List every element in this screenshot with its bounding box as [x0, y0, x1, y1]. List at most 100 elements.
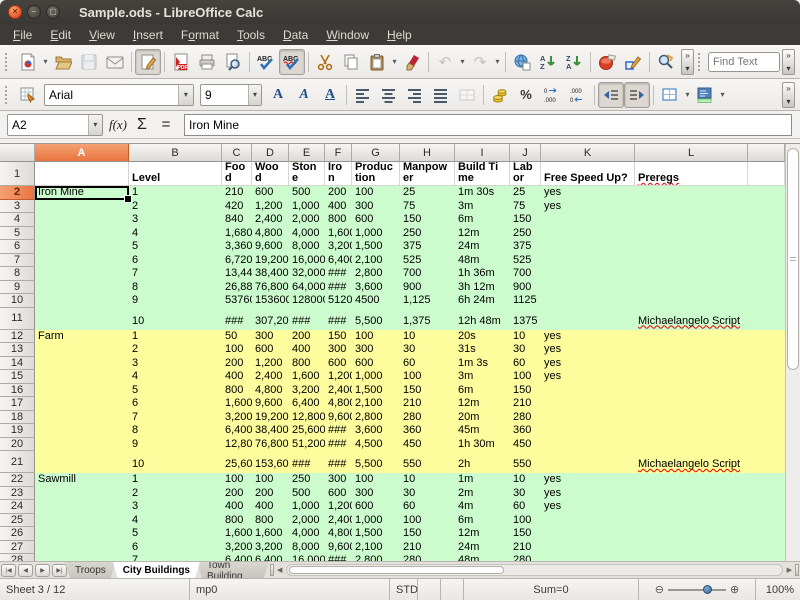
cell-B13[interactable]: 2 — [129, 343, 222, 357]
zoom-level[interactable]: 100% — [756, 579, 800, 600]
cell-E25[interactable]: 2,000 — [289, 514, 325, 528]
status-sum[interactable]: Sum=0 — [464, 579, 639, 600]
row-header-25[interactable]: 25 — [0, 514, 35, 528]
cell-B24[interactable]: 3 — [129, 500, 222, 514]
paste-dropdown-icon[interactable]: ▾ — [390, 57, 399, 66]
undo-dropdown-icon[interactable]: ▾ — [458, 57, 467, 66]
sheet-tab-troops[interactable]: Troops — [65, 562, 116, 578]
cell-F14[interactable]: 600 — [325, 357, 352, 371]
toolbar-overflow-icon[interactable]: »▾ — [681, 49, 694, 75]
cell-I12[interactable]: 20s — [455, 330, 510, 344]
formula-input[interactable] — [184, 114, 792, 136]
cell-C18[interactable]: 3,200 — [222, 411, 252, 425]
menu-format[interactable]: Format — [172, 26, 228, 44]
cell-B3[interactable]: 2 — [129, 200, 222, 214]
cell-I28[interactable]: 48m — [455, 554, 510, 561]
cell-I4[interactable]: 6m — [455, 213, 510, 227]
cell-A9[interactable] — [35, 281, 129, 295]
cell-A14[interactable] — [35, 357, 129, 371]
cell-I20[interactable]: 1h 30m — [455, 438, 510, 452]
cell-J14[interactable]: 60 — [510, 357, 541, 371]
cell-G26[interactable]: 1,500 — [352, 527, 400, 541]
cell-B10[interactable]: 9 — [129, 294, 222, 308]
menu-file[interactable]: File — [4, 26, 41, 44]
cell-I14[interactable]: 1m 3s — [455, 357, 510, 371]
align-right-icon[interactable] — [402, 82, 428, 108]
draw-functions-icon[interactable] — [620, 49, 646, 75]
cell-L23[interactable] — [635, 487, 748, 501]
cell-D9[interactable]: 76,800 — [252, 281, 289, 295]
cell-A17[interactable] — [35, 397, 129, 411]
cell-F7[interactable]: 6,400 — [325, 254, 352, 268]
vertical-scrollbar-thumb[interactable] — [787, 148, 799, 370]
cell-B6[interactable]: 5 — [129, 240, 222, 254]
cell-H3[interactable]: 75 — [400, 200, 455, 214]
cell-H7[interactable]: 525 — [400, 254, 455, 268]
cell-B25[interactable]: 4 — [129, 514, 222, 528]
cell-D3[interactable]: 1,200 — [252, 200, 289, 214]
cell-E12[interactable]: 200 — [289, 330, 325, 344]
find-text-input[interactable] — [708, 52, 780, 72]
selection-mode[interactable]: STD — [390, 579, 418, 600]
cell-F12[interactable]: 150 — [325, 330, 352, 344]
cell-L27[interactable] — [635, 541, 748, 555]
cell-F22[interactable]: 300 — [325, 473, 352, 487]
export-pdf-icon[interactable]: PDF — [168, 49, 194, 75]
cell-C22[interactable]: 100 — [222, 473, 252, 487]
cell-J21[interactable]: 550 — [510, 451, 541, 473]
cell-F8[interactable]: ### — [325, 267, 352, 281]
cell-A16[interactable] — [35, 384, 129, 398]
cell-D8[interactable]: 38,400 — [252, 267, 289, 281]
cell-E3[interactable]: 1,000 — [289, 200, 325, 214]
cell-H11[interactable]: 1,375 — [400, 308, 455, 330]
cell-G10[interactable]: 4500 — [352, 294, 400, 308]
column-header-F[interactable]: F — [325, 144, 352, 162]
cell-C2[interactable]: 210 — [222, 186, 252, 200]
cell-L10[interactable] — [635, 294, 748, 308]
cell-D11[interactable]: 307,200 — [252, 308, 289, 330]
cell-I23[interactable]: 2m — [455, 487, 510, 501]
cell-G25[interactable]: 1,000 — [352, 514, 400, 528]
cell-I11[interactable]: 12h 48m — [455, 308, 510, 330]
cell-B18[interactable]: 7 — [129, 411, 222, 425]
cell-L26[interactable] — [635, 527, 748, 541]
cell-A3[interactable] — [35, 200, 129, 214]
cell-B21[interactable]: 10 — [129, 451, 222, 473]
cell-J20[interactable]: 450 — [510, 438, 541, 452]
font-size-dropdown-icon[interactable]: ▾ — [248, 85, 261, 105]
cell-L20[interactable] — [635, 438, 748, 452]
cell-F18[interactable]: 9,600 — [325, 411, 352, 425]
cell-J1[interactable]: Labor — [510, 162, 541, 186]
cell-partial-15[interactable] — [748, 370, 785, 384]
cell-D28[interactable]: 6,400 — [252, 554, 289, 561]
cell-K3[interactable]: yes — [541, 200, 635, 214]
cell-partial-1[interactable] — [748, 162, 785, 186]
cell-H2[interactable]: 25 — [400, 186, 455, 200]
cell-L8[interactable] — [635, 267, 748, 281]
close-icon[interactable]: ✕ — [8, 5, 22, 19]
cell-A20[interactable] — [35, 438, 129, 452]
cell-C28[interactable]: 6,400 — [222, 554, 252, 561]
background-color-icon[interactable] — [692, 82, 718, 108]
cell-partial-23[interactable] — [748, 487, 785, 501]
cell-D27[interactable]: 3,200 — [252, 541, 289, 555]
column-header-B[interactable]: B — [129, 144, 222, 162]
zoom-in-icon[interactable]: ⊕ — [730, 583, 739, 596]
cell-partial-6[interactable] — [748, 240, 785, 254]
cell-I2[interactable]: 1m 30s — [455, 186, 510, 200]
cell-A11[interactable] — [35, 308, 129, 330]
equals-icon[interactable]: = — [154, 114, 178, 136]
cell-K5[interactable] — [541, 227, 635, 241]
toolbar-overflow-icon[interactable]: »▾ — [782, 82, 795, 108]
cell-B14[interactable]: 3 — [129, 357, 222, 371]
cell-A19[interactable] — [35, 424, 129, 438]
row-header-8[interactable]: 8 — [0, 267, 35, 281]
cell-E11[interactable]: ### — [289, 308, 325, 330]
cell-K20[interactable] — [541, 438, 635, 452]
cell-B23[interactable]: 2 — [129, 487, 222, 501]
cell-L7[interactable] — [635, 254, 748, 268]
row-header-28[interactable]: 28 — [0, 554, 35, 561]
cell-J23[interactable]: 30 — [510, 487, 541, 501]
cell-L24[interactable] — [635, 500, 748, 514]
cell-D14[interactable]: 1,200 — [252, 357, 289, 371]
